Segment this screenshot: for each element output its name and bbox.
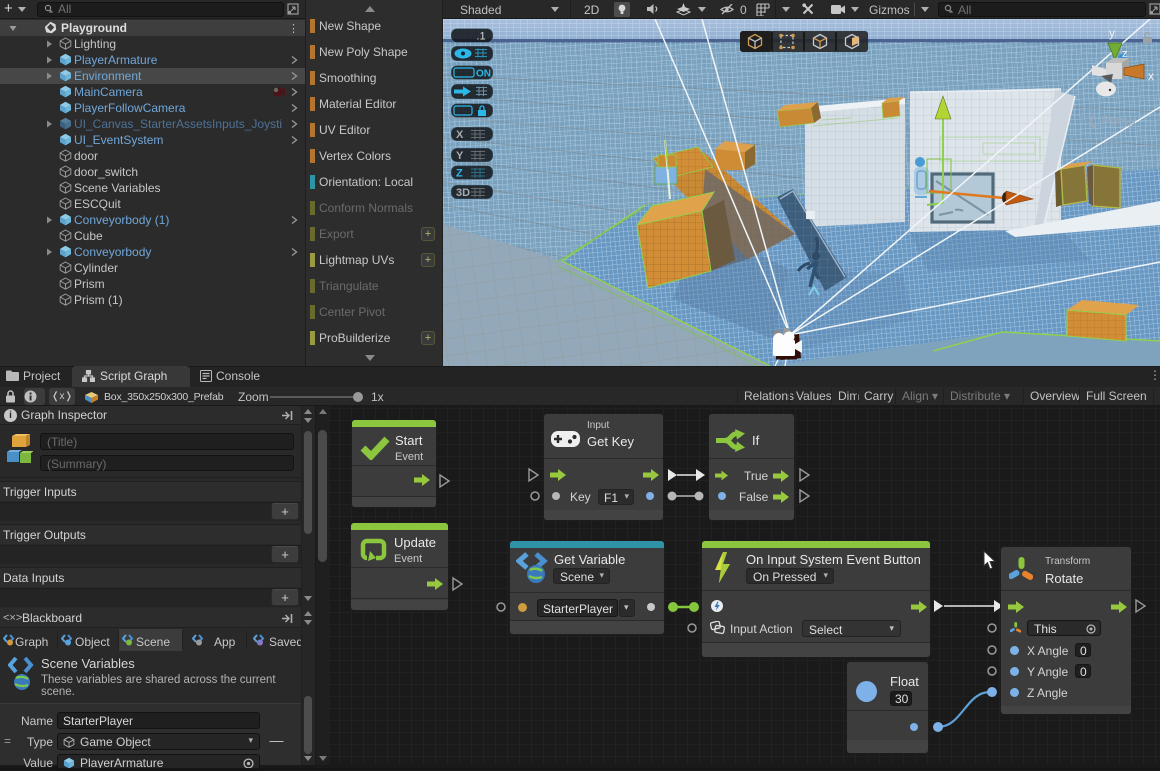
svg-text:y: y <box>1109 26 1115 40</box>
svg-text:ON: ON <box>476 69 491 80</box>
svg-text:Z: Z <box>456 168 463 180</box>
svg-text:❮ Persp: ❮ Persp <box>1087 113 1135 129</box>
svg-text:Y: Y <box>456 150 464 162</box>
svg-text:X: X <box>456 129 464 141</box>
svg-text:3D: 3D <box>456 187 470 199</box>
svg-text:x: x <box>1148 69 1154 83</box>
svg-text:.1: .1 <box>476 31 485 43</box>
svg-text:z: z <box>1122 48 1128 60</box>
